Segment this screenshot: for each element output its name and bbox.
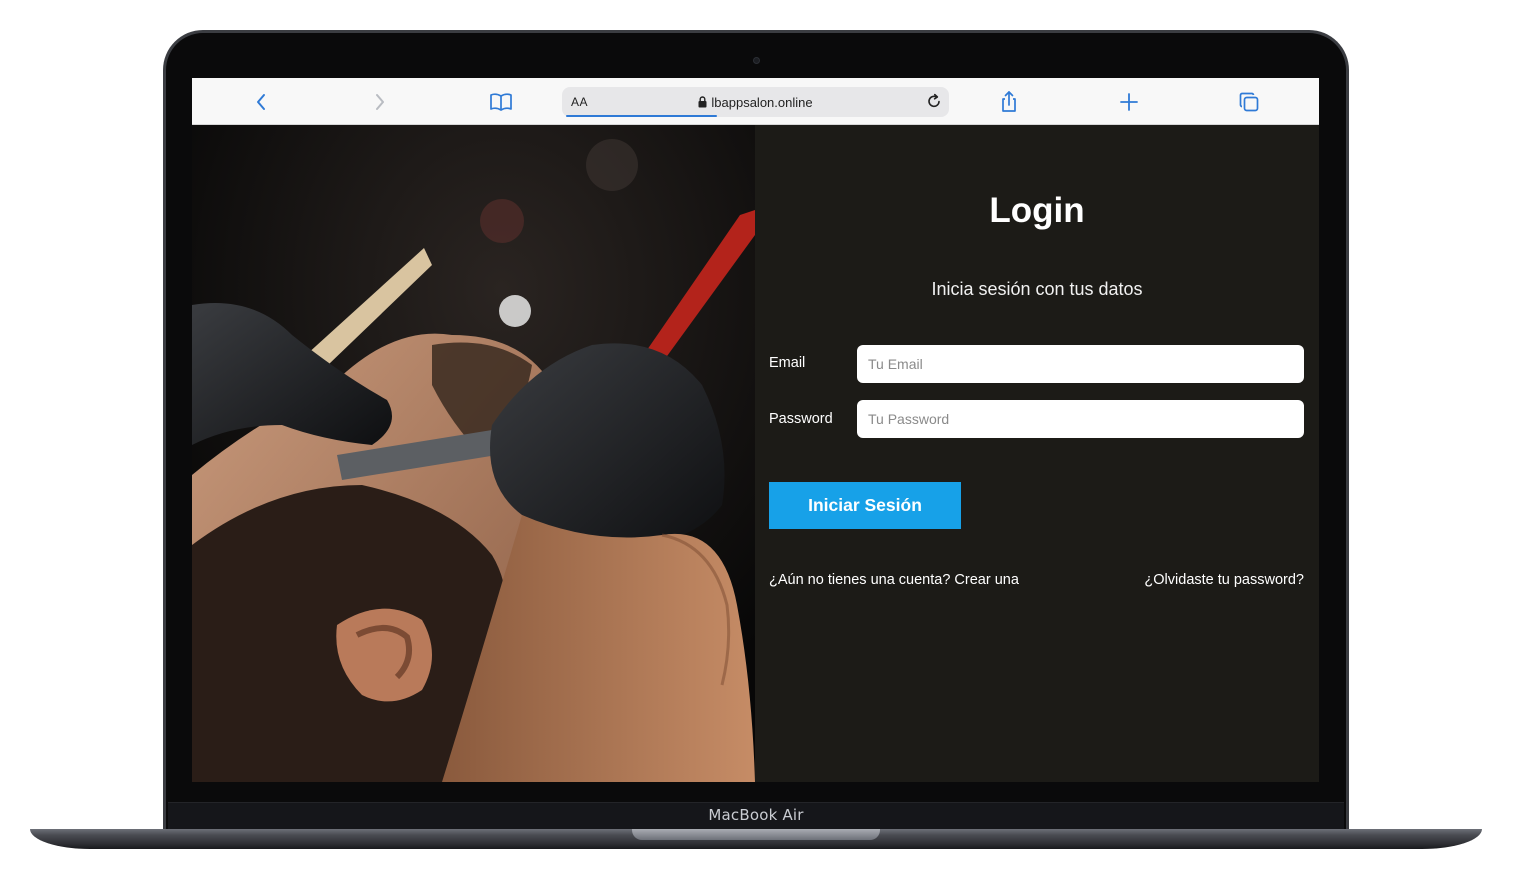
create-account-link[interactable]: ¿Aún no tienes una cuenta? Crear una: [769, 572, 1019, 588]
chevron-right-icon[interactable]: [368, 90, 392, 114]
tabs-icon[interactable]: [1237, 90, 1261, 114]
forgot-password-link[interactable]: ¿Olvidaste tu password?: [1144, 572, 1304, 588]
login-title: Login: [989, 191, 1085, 230]
screen: AA lbappsalon.online Login Inicia sesión…: [192, 78, 1319, 782]
barber-shaving-photo: [192, 125, 755, 782]
lock-icon: [698, 96, 707, 111]
reload-icon[interactable]: [925, 92, 943, 115]
email-field[interactable]: [857, 345, 1304, 383]
url-text: lbappsalon.online: [711, 95, 813, 110]
address-bar[interactable]: AA lbappsalon.online: [562, 87, 949, 117]
email-label: Email: [769, 355, 806, 371]
browser-toolbar: AA lbappsalon.online: [192, 78, 1319, 125]
plus-icon[interactable]: [1117, 90, 1141, 114]
url-display[interactable]: lbappsalon.online: [562, 95, 949, 111]
password-field[interactable]: [857, 400, 1304, 438]
web-page: Login Inicia sesión con tus datos Email …: [192, 125, 1319, 782]
password-label: Password: [769, 411, 833, 427]
page-load-progress: [566, 115, 717, 117]
webcam: [753, 57, 760, 64]
share-icon[interactable]: [997, 90, 1021, 114]
laptop-hinge-notch: [632, 829, 880, 840]
book-icon[interactable]: [489, 90, 513, 114]
chevron-left-icon[interactable]: [249, 90, 273, 114]
model-label: MacBook Air: [708, 806, 804, 824]
login-subtitle: Inicia sesión con tus datos: [931, 279, 1143, 299]
login-panel: Login Inicia sesión con tus datos Email …: [755, 125, 1319, 782]
login-submit-button[interactable]: Iniciar Sesión: [769, 482, 961, 529]
